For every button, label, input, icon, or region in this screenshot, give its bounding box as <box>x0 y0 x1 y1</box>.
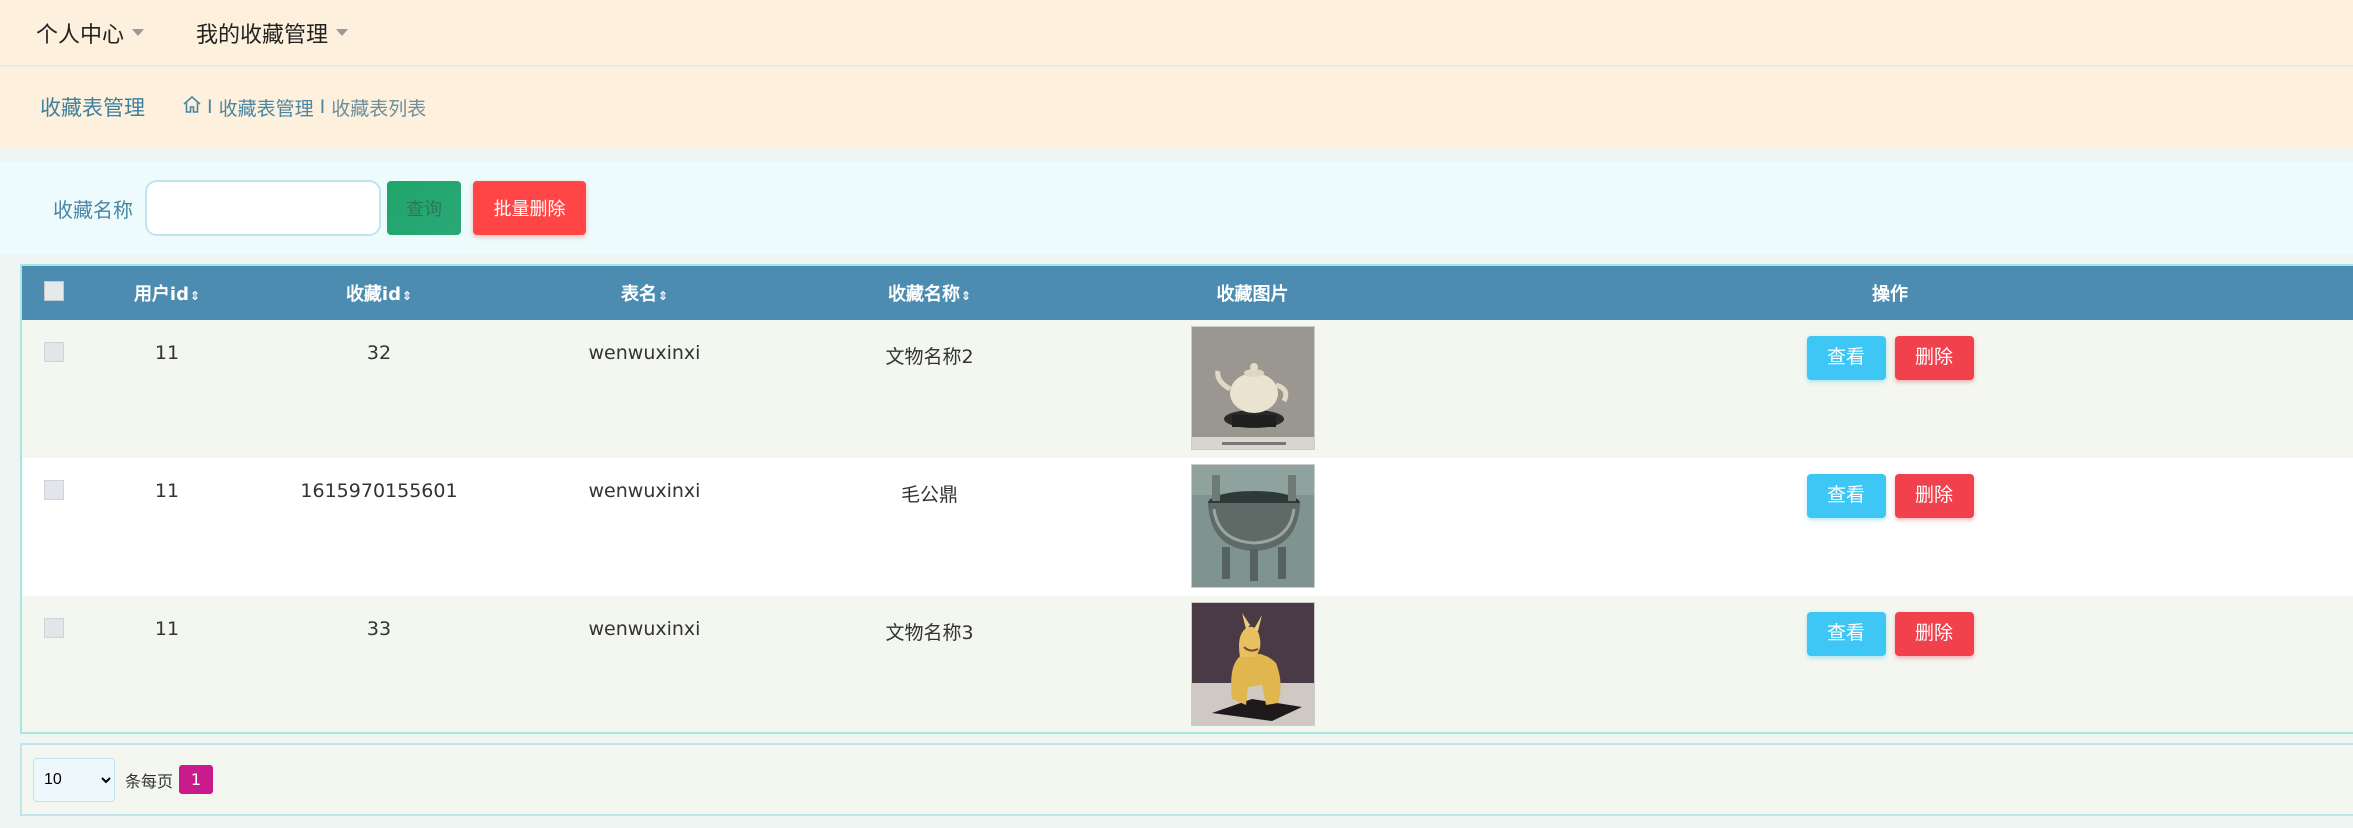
cell-fav-name: 文物名称2 <box>885 346 974 368</box>
cell-fav-name: 文物名称3 <box>885 622 974 644</box>
column-header-fav-image: 收藏图片 <box>1216 284 1289 305</box>
delete-button[interactable]: 删除 <box>1894 612 1974 656</box>
nav-menu-label: 我的收藏管理 <box>196 22 329 48</box>
cell-fav-id: 33 <box>366 618 392 640</box>
per-page-label: 条每页 <box>125 771 174 791</box>
cell-user-id: 11 <box>154 618 180 640</box>
delete-button[interactable]: 删除 <box>1894 474 1974 518</box>
batch-delete-button[interactable]: 批量删除 <box>473 181 586 235</box>
nav-menu-my-favorites[interactable]: 我的收藏管理 <box>196 17 349 49</box>
breadcrumb-bar: 收藏表管理 I 收藏表管理 I 收藏表列表 <box>0 67 2353 147</box>
home-icon[interactable] <box>183 95 201 118</box>
cell-table-name: wenwuxinxi <box>588 480 701 502</box>
search-label: 收藏名称 <box>53 197 133 222</box>
top-nav: 个人中心 我的收藏管理 <box>0 0 2353 67</box>
row-checkbox[interactable] <box>44 480 64 500</box>
sort-icon[interactable]: ⇕ <box>402 289 412 303</box>
nav-menu-personal-center[interactable]: 个人中心 <box>36 17 145 49</box>
ceramic-figure-image <box>1190 602 1315 726</box>
view-button[interactable]: 查看 <box>1806 336 1886 380</box>
column-header-fav-name[interactable]: 收藏名称⇕ <box>779 266 1080 320</box>
breadcrumb-item[interactable]: 收藏表管理 <box>219 94 314 121</box>
breadcrumb-item-current: 收藏表列表 <box>331 97 427 120</box>
delete-button[interactable]: 删除 <box>1894 336 1974 380</box>
table-row: 11 33 wenwuxinxi 文物名称3 查看 删除 <box>22 596 2353 732</box>
view-button[interactable]: 查看 <box>1806 474 1886 518</box>
search-bar: 收藏名称 查询 批量删除 <box>0 162 2353 254</box>
cell-user-id: 11 <box>154 480 180 502</box>
column-header-table-name[interactable]: 表名⇕ <box>510 266 779 320</box>
nav-menu-label: 个人中心 <box>36 22 125 48</box>
pagination: 10 条每页 1 <box>20 743 2353 816</box>
row-checkbox[interactable] <box>44 618 64 638</box>
column-header-fav-id[interactable]: 收藏id⇕ <box>248 266 510 320</box>
table-row: 11 1615970155601 wenwuxinxi 毛公鼎 查看 删除 <box>22 458 2353 596</box>
cell-table-name: wenwuxinxi <box>588 618 701 640</box>
row-checkbox[interactable] <box>44 342 64 362</box>
chevron-down-icon <box>132 29 145 36</box>
search-button[interactable]: 查询 <box>387 181 461 235</box>
select-all-cell <box>22 266 86 320</box>
column-header-user-id[interactable]: 用户id⇕ <box>86 266 248 320</box>
cell-fav-name: 毛公鼎 <box>900 484 958 506</box>
sort-icon[interactable]: ⇕ <box>190 289 200 303</box>
breadcrumb-separator: I <box>319 96 326 118</box>
cell-fav-id: 32 <box>366 342 392 364</box>
select-all-checkbox[interactable] <box>44 280 64 301</box>
table-row: 11 32 wenwuxinxi 文物名称2 查看 删除 <box>22 320 2353 458</box>
page-title: 收藏表管理 <box>40 96 145 120</box>
table-header-row: 用户id⇕ 收藏id⇕ 表名⇕ 收藏名称⇕ 收藏图片 操作 <box>22 266 2353 320</box>
cell-user-id: 11 <box>154 342 180 364</box>
sort-icon[interactable]: ⇕ <box>961 289 971 303</box>
cell-table-name: wenwuxinxi <box>588 342 701 364</box>
bronze-ding-image <box>1190 464 1315 588</box>
page-size-select[interactable]: 10 <box>33 757 115 802</box>
search-input[interactable] <box>145 180 381 236</box>
page-number-current[interactable]: 1 <box>179 765 214 794</box>
teapot-image <box>1190 326 1315 450</box>
favorites-table: 用户id⇕ 收藏id⇕ 表名⇕ 收藏名称⇕ 收藏图片 操作 11 32 wenw… <box>20 264 2353 734</box>
cell-fav-id: 1615970155601 <box>300 480 458 502</box>
sort-icon[interactable]: ⇕ <box>658 289 668 303</box>
breadcrumb-separator: I <box>207 96 213 118</box>
column-header-actions: 操作 <box>1872 284 1908 305</box>
breadcrumb: I 收藏表管理 I 收藏表列表 <box>183 94 426 121</box>
view-button[interactable]: 查看 <box>1806 612 1886 656</box>
chevron-down-icon <box>336 29 349 36</box>
